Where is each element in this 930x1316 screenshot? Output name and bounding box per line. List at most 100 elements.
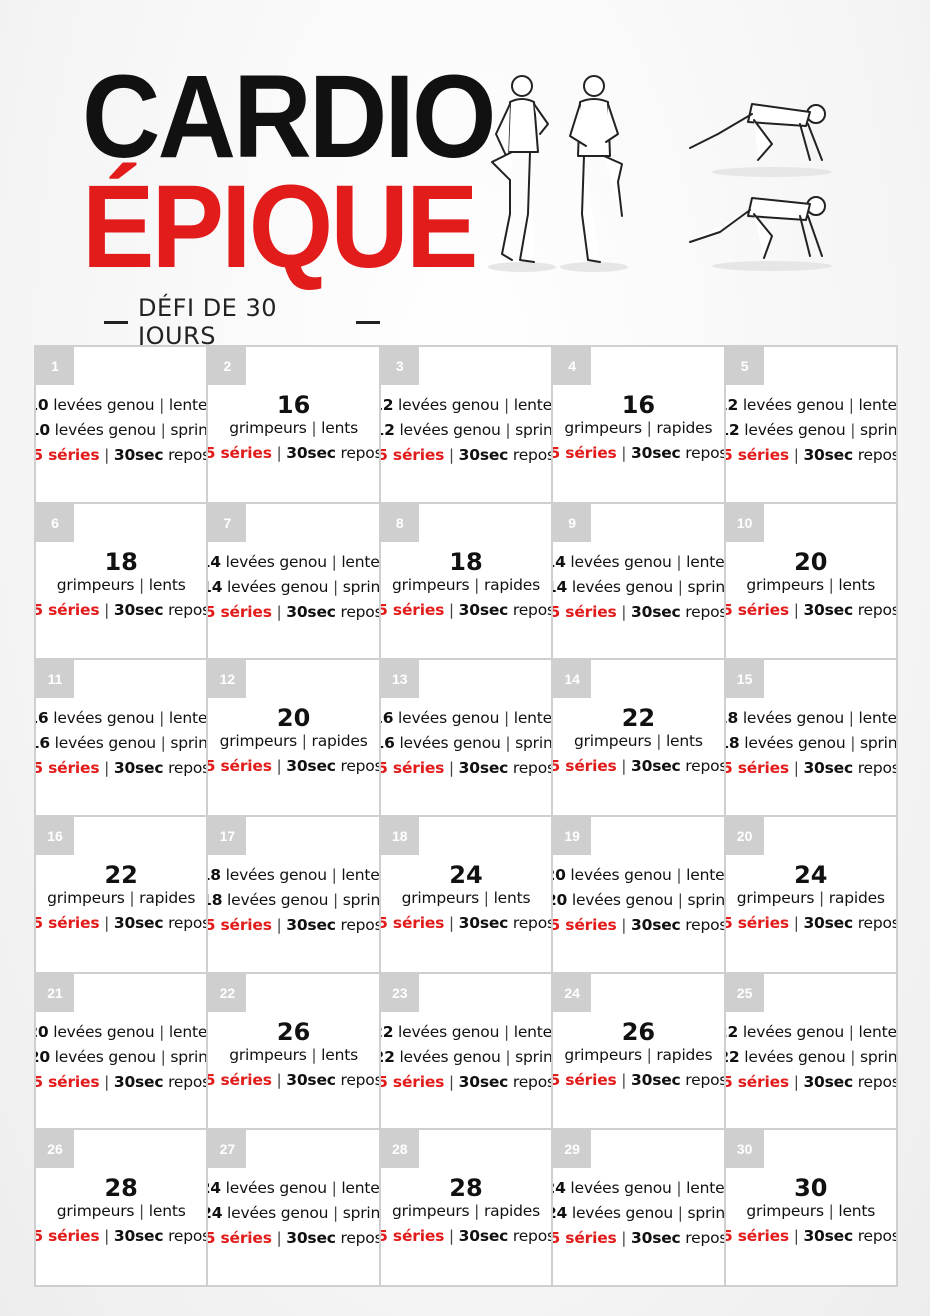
separator: | — [448, 1227, 454, 1246]
exercise-name: grimpeurs — [564, 419, 642, 437]
separator: | — [793, 1072, 799, 1091]
separator: | — [850, 734, 856, 753]
reps: 24 — [208, 1204, 223, 1223]
rest-word: repos — [340, 916, 379, 934]
sets: 5 séries — [208, 602, 272, 621]
exercise-name: levées genou — [744, 421, 846, 439]
knee-slow-line: 18 levées genou | lentes — [208, 863, 378, 888]
rest-word: repos — [168, 759, 207, 778]
reps: 12 — [726, 421, 740, 439]
exercise-name: grimpeurs — [229, 419, 307, 437]
rest-word: repos — [512, 759, 552, 778]
exercise-name: levées genou — [225, 866, 327, 884]
rest-duration: 30sec — [458, 1072, 509, 1091]
reps: 14 — [208, 552, 221, 571]
day-number-badge: 30 — [725, 1130, 764, 1169]
sets: 5 séries — [208, 444, 272, 462]
day-cell: 12 20 grimpeurs | rapides 5 séries | 30sec … — [208, 660, 379, 815]
reps: 20 — [553, 866, 566, 884]
reps: 16 — [36, 709, 49, 728]
separator: | — [505, 734, 511, 753]
day-number-badge: 16 — [36, 817, 74, 855]
speed: sprint — [342, 577, 379, 596]
sets: 5 séries — [380, 446, 445, 464]
separator: | — [676, 552, 682, 571]
exercise-name: levées genou — [227, 577, 329, 596]
knee-slow-line: 22 levées genou | lentes — [726, 1020, 896, 1045]
knee-slow-line: 14 levées genou | lentes — [208, 550, 378, 575]
day-cell: 110 levées genou | lentes10 levées genou… — [36, 347, 207, 502]
separator: | — [850, 421, 856, 439]
knee-slow-line: 20 levées genou | lentes — [36, 1020, 206, 1045]
separator: | — [301, 732, 307, 751]
speed: lentes — [341, 552, 379, 571]
exercise-name: levées genou — [54, 421, 156, 439]
sets: 5 séries — [725, 600, 790, 619]
knee-slow-line: 20 levées genou | lentes — [553, 863, 723, 888]
knee-sprint-line: 20 levées genou | sprint — [36, 1045, 206, 1070]
reps: 16 — [381, 709, 394, 728]
separator: | — [332, 891, 339, 909]
separator: | — [160, 1047, 166, 1066]
knee-slow-line: 16 levées genou | lentes — [381, 706, 551, 731]
separator: | — [448, 914, 454, 932]
rest-duration: 30sec — [113, 446, 164, 464]
rest-duration: 30sec — [286, 916, 336, 934]
rest-duration: 30sec — [458, 446, 509, 464]
day-cell: 22 26 grimpeurs | lents 5 séries | 30sec re… — [208, 973, 379, 1129]
speed: lentes — [513, 1022, 552, 1041]
separator: | — [474, 1202, 480, 1221]
sets-rest-line: 5 séries | 30sec repos — [208, 1226, 378, 1251]
speed: rapides — [828, 889, 885, 907]
sets: 5 séries — [380, 600, 445, 619]
day-number-badge: 14 — [553, 660, 592, 699]
day-cell: 2724 levées genou | lentes24 levées geno… — [208, 1130, 379, 1285]
day-number-badge: 2 — [208, 347, 247, 385]
knee-slow-line: 24 levées genou | lentes — [553, 1176, 723, 1201]
sets: 5 séries — [208, 916, 272, 934]
reps: 22 — [726, 1022, 739, 1041]
climber-line: grimpeurs | lents — [746, 1199, 875, 1224]
exercise-name: levées genou — [399, 1047, 501, 1066]
day-cell: 512 levées genou | lentes12 levées genou… — [725, 347, 896, 502]
reps: 24 — [208, 1179, 221, 1198]
reps: 20 — [36, 1047, 50, 1066]
day-number-badge: 6 — [36, 503, 74, 542]
separator: | — [448, 600, 454, 619]
rest-word: repos — [168, 1072, 207, 1091]
reps: 16 — [36, 734, 50, 753]
separator: | — [311, 1045, 317, 1064]
knee-sprint-line: 16 levées genou | sprint — [36, 731, 206, 756]
day-cell: 1116 levées genou | lentes16 levées geno… — [36, 660, 207, 815]
exercise-name: levées genou — [571, 891, 674, 909]
sets-rest-line: 5 séries | 30sec repos — [553, 913, 723, 938]
sets-rest-line: 5 séries | 30sec repos — [208, 1068, 378, 1093]
reps: 10 — [36, 396, 49, 414]
rest-duration: 30sec — [803, 759, 853, 778]
rest-duration: 30sec — [803, 914, 853, 932]
rest-word: repos — [340, 1229, 379, 1248]
climber-line: grimpeurs | rapides — [47, 886, 195, 911]
sets-rest-line: 5 séries | 30sec repos — [36, 911, 206, 936]
exercise-name: levées genou — [53, 396, 155, 414]
rest-duration: 30sec — [286, 602, 336, 621]
speed: lentes — [168, 709, 207, 728]
day-cell: 16 22 grimpeurs | rapides 5 séries | 30sec … — [36, 817, 207, 972]
knee-slow-line: 22 levées genou | lentes — [381, 1020, 551, 1045]
rest-duration: 30sec — [803, 600, 853, 619]
sets: 5 séries — [725, 914, 790, 932]
exercise-name: levées genou — [398, 1022, 500, 1041]
speed: rapides — [483, 575, 541, 594]
reps: 14 — [208, 577, 223, 596]
separator: | — [818, 889, 824, 907]
exercise-name: levées genou — [227, 891, 329, 909]
climber-line: grimpeurs | lents — [57, 1199, 186, 1224]
speed: sprint — [687, 1204, 724, 1223]
subtitle-text: DÉFI DE 30 JOURS — [138, 294, 277, 350]
sets: 5 séries — [553, 602, 617, 621]
rest-word: repos — [685, 444, 724, 462]
separator: | — [621, 757, 627, 776]
day-cell: 26 28 grimpeurs | lents 5 séries | 30sec re… — [36, 1130, 207, 1285]
sets-rest-line: 5 séries | 30sec repos — [381, 756, 551, 781]
separator: | — [159, 396, 165, 414]
